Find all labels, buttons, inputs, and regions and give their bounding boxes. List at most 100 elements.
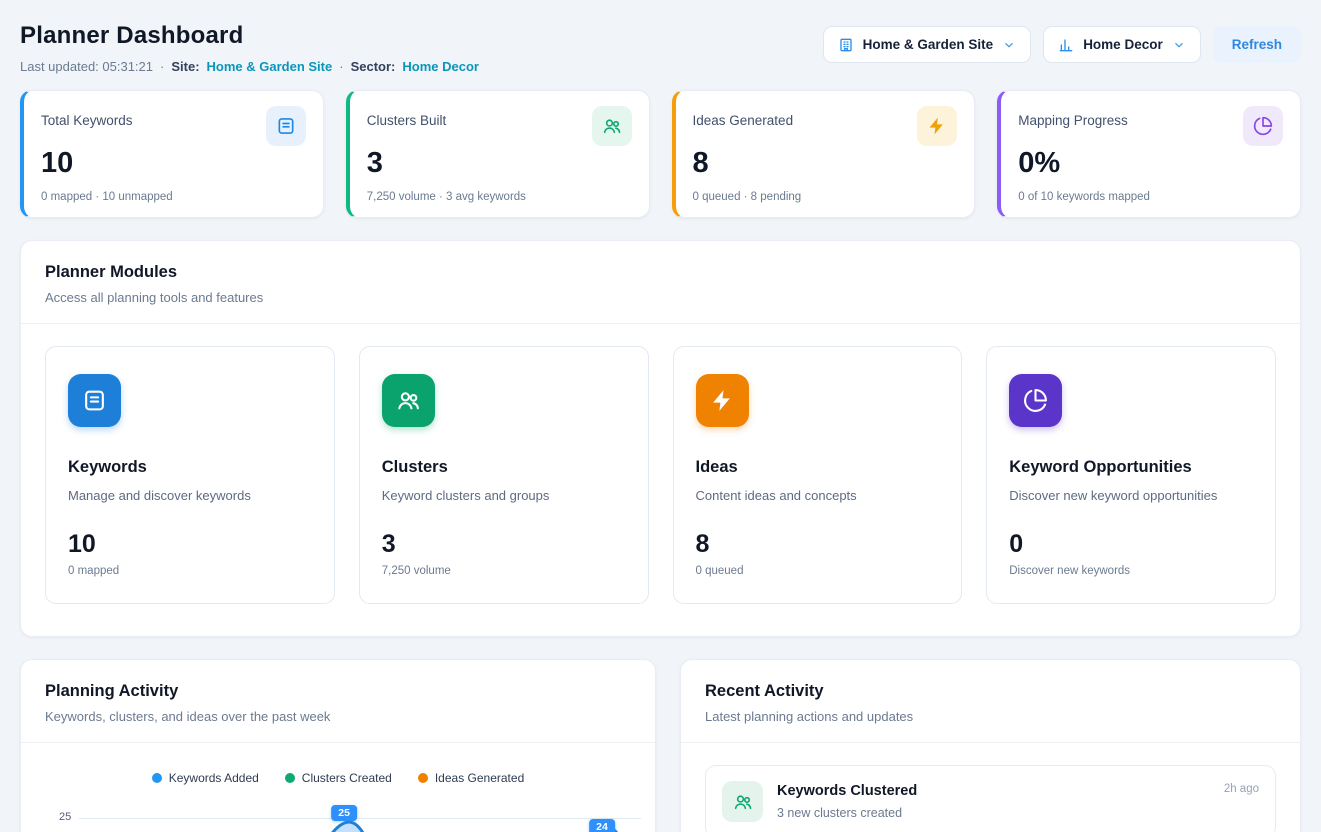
last-updated-text: Last updated: 05:31:21: [20, 59, 153, 74]
legend-dot-orange: [418, 773, 428, 783]
keywords-added-area-series: [79, 797, 635, 832]
legend-dot-blue: [152, 773, 162, 783]
sector-selector-dropdown[interactable]: Home Decor: [1043, 26, 1201, 63]
stat-detail: 7,250 volume · 3 avg keywords: [367, 191, 632, 203]
header-meta: Last updated: 05:31:21 · Site: Home & Ga…: [20, 59, 479, 74]
module-card-clusters[interactable]: Clusters Keyword clusters and groups 3 7…: [359, 346, 649, 604]
module-description: Keyword clusters and groups: [382, 488, 626, 503]
recent-activity-panel: Recent Activity Latest planning actions …: [680, 659, 1301, 832]
panel-header: Recent Activity Latest planning actions …: [681, 660, 1300, 742]
users-icon: [382, 374, 435, 427]
planner-dashboard-page: Planner Dashboard Last updated: 05:31:21…: [0, 0, 1321, 832]
stat-card-ideas-generated: Ideas Generated 8 0 queued · 8 pending: [672, 90, 976, 218]
stat-value: 3: [367, 147, 632, 180]
data-point-label: 24: [589, 819, 615, 832]
activity-head: Keywords Clustered 2h ago: [777, 783, 1259, 799]
panel-header: Planning Activity Keywords, clusters, an…: [21, 660, 655, 742]
bottom-row: Planning Activity Keywords, clusters, an…: [20, 659, 1301, 832]
stat-detail: 0 of 10 keywords mapped: [1018, 191, 1283, 203]
module-description: Content ideas and concepts: [696, 488, 940, 503]
legend-item-clusters-created: Clusters Created: [285, 771, 392, 785]
site-selector-dropdown[interactable]: Home & Garden Site: [823, 26, 1032, 63]
pie-chart-icon: [1243, 106, 1283, 146]
module-title: Keyword Opportunities: [1009, 458, 1253, 477]
chevron-down-icon: [1002, 38, 1016, 52]
sector-link[interactable]: Home Decor: [402, 59, 479, 74]
site-link[interactable]: Home & Garden Site: [207, 59, 333, 74]
header-controls: Home & Garden Site Home Decor Refresh: [823, 26, 1301, 63]
bar-chart-icon: [1058, 37, 1074, 53]
module-detail: 0 mapped: [68, 565, 312, 577]
lightning-icon: [917, 106, 957, 146]
panel-subtitle: Latest planning actions and updates: [705, 709, 1276, 724]
stat-label: Clusters Built: [367, 106, 447, 128]
panel-subtitle: Access all planning tools and features: [45, 290, 1276, 305]
stats-row: Total Keywords 10 0 mapped · 10 unmapped…: [20, 90, 1301, 218]
refresh-button[interactable]: Refresh: [1213, 26, 1301, 63]
panel-title: Planner Modules: [45, 263, 1276, 282]
stat-label: Mapping Progress: [1018, 106, 1128, 128]
module-detail: 0 queued: [696, 565, 940, 577]
modules-grid: Keywords Manage and discover keywords 10…: [21, 324, 1300, 636]
legend-item-ideas-generated: Ideas Generated: [418, 771, 524, 785]
users-icon: [722, 781, 763, 822]
document-icon: [266, 106, 306, 146]
legend-label: Keywords Added: [169, 771, 259, 785]
planning-activity-panel: Planning Activity Keywords, clusters, an…: [20, 659, 656, 832]
activity-title: Keywords Clustered: [777, 783, 917, 799]
planning-activity-chart: 25 25 24: [31, 797, 645, 832]
module-card-keyword-opportunities[interactable]: Keyword Opportunities Discover new keywo…: [986, 346, 1276, 604]
module-value: 0: [1009, 530, 1253, 559]
divider: [681, 742, 1300, 743]
stat-label: Ideas Generated: [693, 106, 794, 128]
stat-value: 8: [693, 147, 958, 180]
sector-label: Sector:: [351, 59, 396, 74]
module-title: Clusters: [382, 458, 626, 477]
header: Planner Dashboard Last updated: 05:31:21…: [20, 22, 1301, 74]
panel-header: Planner Modules Access all planning tool…: [21, 241, 1300, 323]
activity-body: Keywords Clustered 2h ago 3 new clusters…: [777, 781, 1259, 820]
activity-description: 3 new clusters created: [777, 806, 1259, 820]
stat-detail: 0 mapped · 10 unmapped: [41, 191, 306, 203]
legend-item-keywords-added: Keywords Added: [152, 771, 259, 785]
stat-label: Total Keywords: [41, 106, 133, 128]
meta-separator: ·: [339, 59, 343, 74]
module-value: 8: [696, 530, 940, 559]
data-point-label: 25: [331, 805, 357, 821]
stat-card-header: Total Keywords: [41, 106, 306, 150]
module-detail: Discover new keywords: [1009, 565, 1253, 577]
activity-timestamp: 2h ago: [1224, 783, 1259, 795]
stat-value: 0%: [1018, 147, 1283, 180]
chart-legend: Keywords Added Clusters Created Ideas Ge…: [21, 743, 655, 785]
module-detail: 7,250 volume: [382, 565, 626, 577]
site-selector-value: Home & Garden Site: [863, 37, 994, 52]
module-card-keywords[interactable]: Keywords Manage and discover keywords 10…: [45, 346, 335, 604]
sector-selector-value: Home Decor: [1083, 37, 1163, 52]
header-left: Planner Dashboard Last updated: 05:31:21…: [20, 22, 479, 74]
legend-dot-green: [285, 773, 295, 783]
site-label: Site:: [171, 59, 199, 74]
users-icon: [592, 106, 632, 146]
lightning-icon: [696, 374, 749, 427]
chevron-down-icon: [1172, 38, 1186, 52]
stat-value: 10: [41, 147, 306, 180]
page-title: Planner Dashboard: [20, 22, 479, 50]
panel-title: Recent Activity: [705, 682, 1276, 701]
panel-subtitle: Keywords, clusters, and ideas over the p…: [45, 709, 631, 724]
stat-card-header: Mapping Progress: [1018, 106, 1283, 150]
module-title: Ideas: [696, 458, 940, 477]
stat-card-mapping-progress: Mapping Progress 0% 0 of 10 keywords map…: [997, 90, 1301, 218]
module-description: Manage and discover keywords: [68, 488, 312, 503]
module-value: 3: [382, 530, 626, 559]
module-card-ideas[interactable]: Ideas Content ideas and concepts 8 0 que…: [673, 346, 963, 604]
module-value: 10: [68, 530, 312, 559]
planner-modules-panel: Planner Modules Access all planning tool…: [20, 240, 1301, 637]
y-axis-tick: 25: [59, 811, 71, 823]
building-icon: [838, 37, 854, 53]
pie-chart-icon: [1009, 374, 1062, 427]
panel-title: Planning Activity: [45, 682, 631, 701]
stat-card-total-keywords: Total Keywords 10 0 mapped · 10 unmapped: [20, 90, 324, 218]
stat-card-header: Ideas Generated: [693, 106, 958, 150]
stat-card-clusters-built: Clusters Built 3 7,250 volume · 3 avg ke…: [346, 90, 650, 218]
stat-detail: 0 queued · 8 pending: [693, 191, 958, 203]
